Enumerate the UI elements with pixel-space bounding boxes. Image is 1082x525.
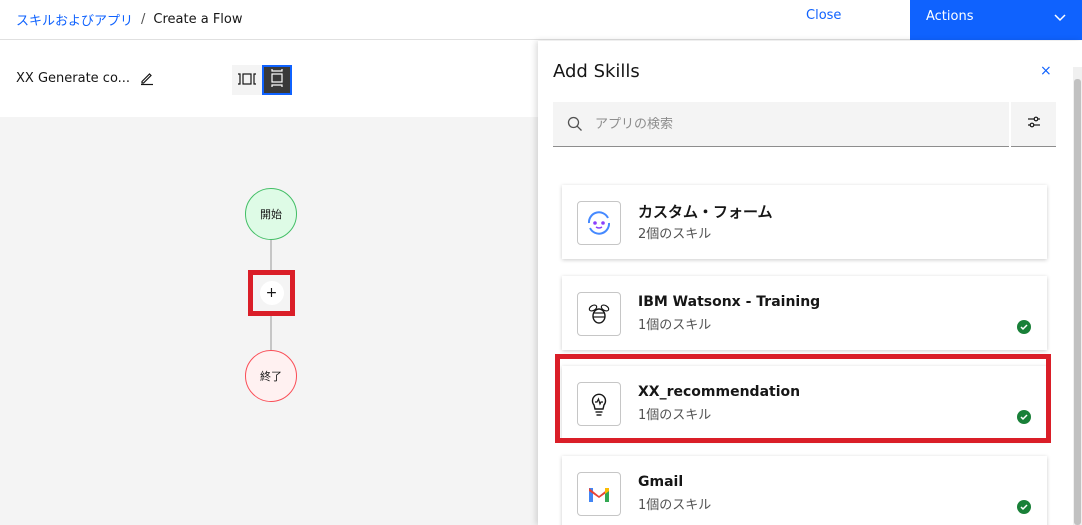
gmail-icon [577,472,621,516]
flow-header: XX Generate co... [0,41,538,117]
skill-count: 1個のスキル [638,498,712,513]
scrollbar-thumb[interactable] [1074,79,1081,525]
breadcrumb-link-skills-apps[interactable]: スキルおよびアプリ [16,10,133,29]
add-step-button[interactable]: + [248,270,295,316]
highlight-frame [555,354,1051,443]
checkmark-icon [1017,320,1031,334]
view-toggle [232,65,292,95]
skill-count: 2個のスキル [638,227,712,242]
horizontal-layout-icon [236,71,258,90]
panel-close-icon[interactable]: × [1040,63,1052,79]
breadcrumb: スキルおよびアプリ / Create a Flow [16,10,243,29]
chevron-down-icon [1054,11,1066,25]
connector-line [270,316,272,350]
edit-icon[interactable] [139,70,155,86]
horizontal-layout-button[interactable] [232,65,262,95]
connector-line [270,240,272,270]
end-node[interactable]: 終了 [245,350,297,402]
skill-name: IBM Watsonx - Training [638,294,821,310]
filter-settings-icon [1026,114,1042,134]
filter-button[interactable] [1011,102,1056,147]
search-box [553,102,1009,147]
panel-scrollbar[interactable] [1073,67,1082,525]
add-skills-panel: Add Skills × カスタム・フォーム 2個のスキル IBM Watson… [538,41,1082,525]
checkmark-icon [1017,500,1031,514]
start-node[interactable]: 開始 [245,188,297,240]
skill-card-ibm-watsonx-training[interactable]: IBM Watsonx - Training 1個のスキル [562,276,1047,350]
vertical-layout-icon [270,67,284,93]
skill-card-custom-form[interactable]: カスタム・フォーム 2個のスキル [562,185,1047,259]
top-bar: スキルおよびアプリ / Create a Flow Close Actions [0,0,1082,40]
plus-icon: + [259,281,284,305]
custom-form-icon [577,201,621,245]
flow-canvas: 開始 + 終了 [0,117,538,525]
skill-card-gmail[interactable]: Gmail 1個のスキル [562,456,1047,525]
search-icon [567,116,583,132]
flow-name: XX Generate co... [16,71,131,86]
skill-name: カスタム・フォーム [638,203,773,221]
breadcrumb-separator: / [141,12,146,27]
breadcrumb-current: Create a Flow [153,12,243,27]
actions-label: Actions [926,9,974,24]
skill-name: Gmail [638,474,684,490]
panel-title: Add Skills [553,61,640,82]
search-input[interactable] [595,116,975,132]
close-button[interactable]: Close [806,8,841,23]
actions-button[interactable]: Actions [910,0,1082,40]
vertical-layout-button[interactable] [262,65,292,95]
bee-icon [577,292,621,336]
skill-count: 1個のスキル [638,318,712,333]
